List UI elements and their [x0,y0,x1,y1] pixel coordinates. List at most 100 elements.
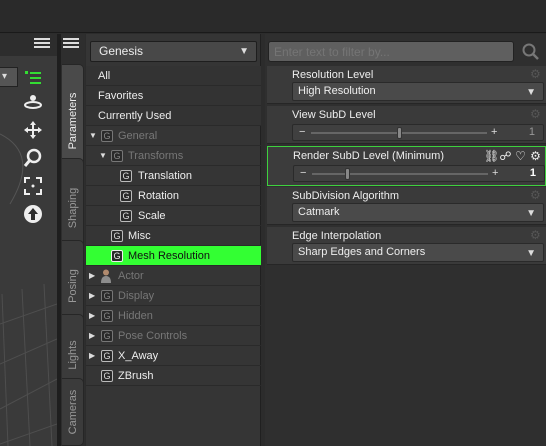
slider-value[interactable]: 1 [530,166,536,181]
gear-icon[interactable]: ⚙ [530,189,542,201]
slider-thumb[interactable] [397,127,402,139]
tree-item-transforms[interactable]: ▼ G Transforms [86,146,261,166]
subdivision-algorithm-select[interactable]: Catmark ▼ [292,203,544,222]
expand-triangle-icon[interactable]: ▶ [89,326,97,346]
tree-filter-favorites[interactable]: Favorites [86,86,261,106]
tree-item-general[interactable]: ▼ G General [86,126,261,146]
tree-item-label: Translation [138,170,193,182]
chevron-down-icon: ▼ [239,46,249,57]
group-icon: G [111,250,123,262]
expand-triangle-icon[interactable]: ▶ [89,346,97,366]
gear-icon[interactable]: ⚙ [529,149,542,163]
property-subdivision-algorithm: SubDivision Algorithm ⚙ Catmark ▼ [267,187,546,225]
property-label: Edge Interpolation [292,230,382,242]
tab-label: Lights [66,340,79,370]
expand-triangle-icon[interactable]: ▼ [89,126,97,146]
tree-item-display[interactable]: ▶ G Display [86,286,261,306]
increment-button[interactable]: + [491,125,497,140]
tab-label: Cameras [66,389,79,435]
group-icon: G [120,190,132,202]
figure-icon [101,269,111,283]
tree-item-x-away[interactable]: ▶ G X_Away [86,346,261,366]
tree-filter-all[interactable]: All [86,66,261,86]
gear-icon[interactable]: ⚙ [530,108,542,120]
node-selector-value: Genesis [99,44,144,58]
property-label: View SubD Level [292,109,376,121]
group-icon: G [111,150,123,162]
filter-input[interactable] [268,41,514,62]
select-value: High Resolution [298,85,376,97]
view-subd-slider[interactable]: − + 1 [292,124,544,141]
gear-icon[interactable]: ⚙ [530,68,542,80]
property-group-tree: Genesis ▼ All Favorites Currently Used ▼… [86,34,261,446]
zoom-icon[interactable] [22,148,44,170]
tree-item-label: Hidden [118,310,153,322]
decrement-button[interactable]: − [299,125,305,140]
viewport-list-icon[interactable] [25,71,41,85]
orbit-icon[interactable] [22,92,44,114]
group-icon: G [120,210,132,222]
tree-item-actor[interactable]: ▶ Actor [86,266,261,286]
property-render-subd-level: Render SubD Level (Minimum) ⛓ ☍ ♡ ⚙ − + … [267,146,546,186]
tree-item-label: Display [118,290,155,302]
search-icon[interactable] [520,42,542,62]
up-arrow-icon[interactable] [22,204,44,226]
tree-item-label: Mesh Resolution [128,250,210,262]
tree-item-misc[interactable]: G Misc [86,226,261,246]
tree-item-label: X_Away [118,350,159,362]
heart-icon[interactable]: ♡ [514,149,527,163]
edge-interpolation-select[interactable]: Sharp Edges and Corners ▼ [292,243,544,262]
tree-item-label: Rotation [138,190,179,202]
tree-row-label: Currently Used [98,110,172,122]
tree-item-scale[interactable]: G Scale [86,206,261,226]
tree-item-label: Scale [138,210,166,222]
slider-thumb[interactable] [345,168,351,180]
tree-item-label: General [118,130,158,142]
tree-item-label: Pose Controls [118,330,188,342]
expand-triangle-icon[interactable]: ▶ [89,266,97,286]
tab-label: Shaping [66,187,79,229]
link-icon[interactable]: ⛓ [484,149,499,163]
tree-item-translation[interactable]: G Translation [86,166,261,186]
slider-track[interactable] [312,173,488,175]
expand-triangle-icon[interactable]: ▶ [89,306,97,326]
property-label: SubDivision Algorithm [292,190,399,202]
viewport-menu-icon[interactable] [34,38,50,50]
node-selector[interactable]: Genesis ▼ [90,41,257,62]
chevron-down-icon: ▼ [526,87,536,98]
increment-button[interactable]: + [492,166,498,181]
resolution-level-select[interactable]: High Resolution ▼ [292,82,544,101]
chevron-down-icon: ▼ [526,248,536,259]
side-tabs: Parameters Shaping Posing Lights Cameras [61,34,85,446]
pane-menu-icon[interactable] [63,38,79,52]
expand-triangle-icon[interactable]: ▼ [99,146,107,166]
tree-item-pose-controls[interactable]: ▶ G Pose Controls [86,326,261,346]
decrement-button[interactable]: − [300,166,306,181]
viewport-camera-dropdown[interactable]: ▾ [0,67,18,87]
render-subd-slider[interactable]: − + 1 [293,165,545,182]
tree-item-label: Actor [118,270,144,282]
tree-item-mesh-resolution[interactable]: G Mesh Resolution [86,246,261,266]
nodes-icon[interactable]: ☍ [499,149,512,163]
group-icon: G [101,350,113,362]
frame-icon[interactable] [22,176,44,198]
group-icon: G [101,290,113,302]
tab-label: Posing [66,269,79,303]
property-edge-interpolation: Edge Interpolation ⚙ Sharp Edges and Cor… [267,227,546,265]
group-icon: G [101,310,113,322]
tree-item-rotation[interactable]: G Rotation [86,186,261,206]
slider-value[interactable]: 1 [529,125,535,140]
property-resolution-level: Resolution Level ⚙ High Resolution ▼ [267,66,546,104]
property-action-icons: ⛓ ☍ ♡ ⚙ [484,149,542,163]
tree-item-hidden[interactable]: ▶ G Hidden [86,306,261,326]
tree-row-label: Favorites [98,90,144,102]
tab-cameras[interactable]: Cameras [62,378,84,446]
expand-triangle-icon[interactable]: ▶ [89,286,97,306]
tree-item-zbrush[interactable]: G ZBrush [86,366,261,386]
group-icon: G [111,230,123,242]
tree-filter-currently-used[interactable]: Currently Used [86,106,261,126]
move-icon[interactable] [22,120,44,142]
viewport[interactable]: ▾ [0,34,57,446]
property-label: Resolution Level [292,69,374,81]
gear-icon[interactable]: ⚙ [530,229,542,241]
